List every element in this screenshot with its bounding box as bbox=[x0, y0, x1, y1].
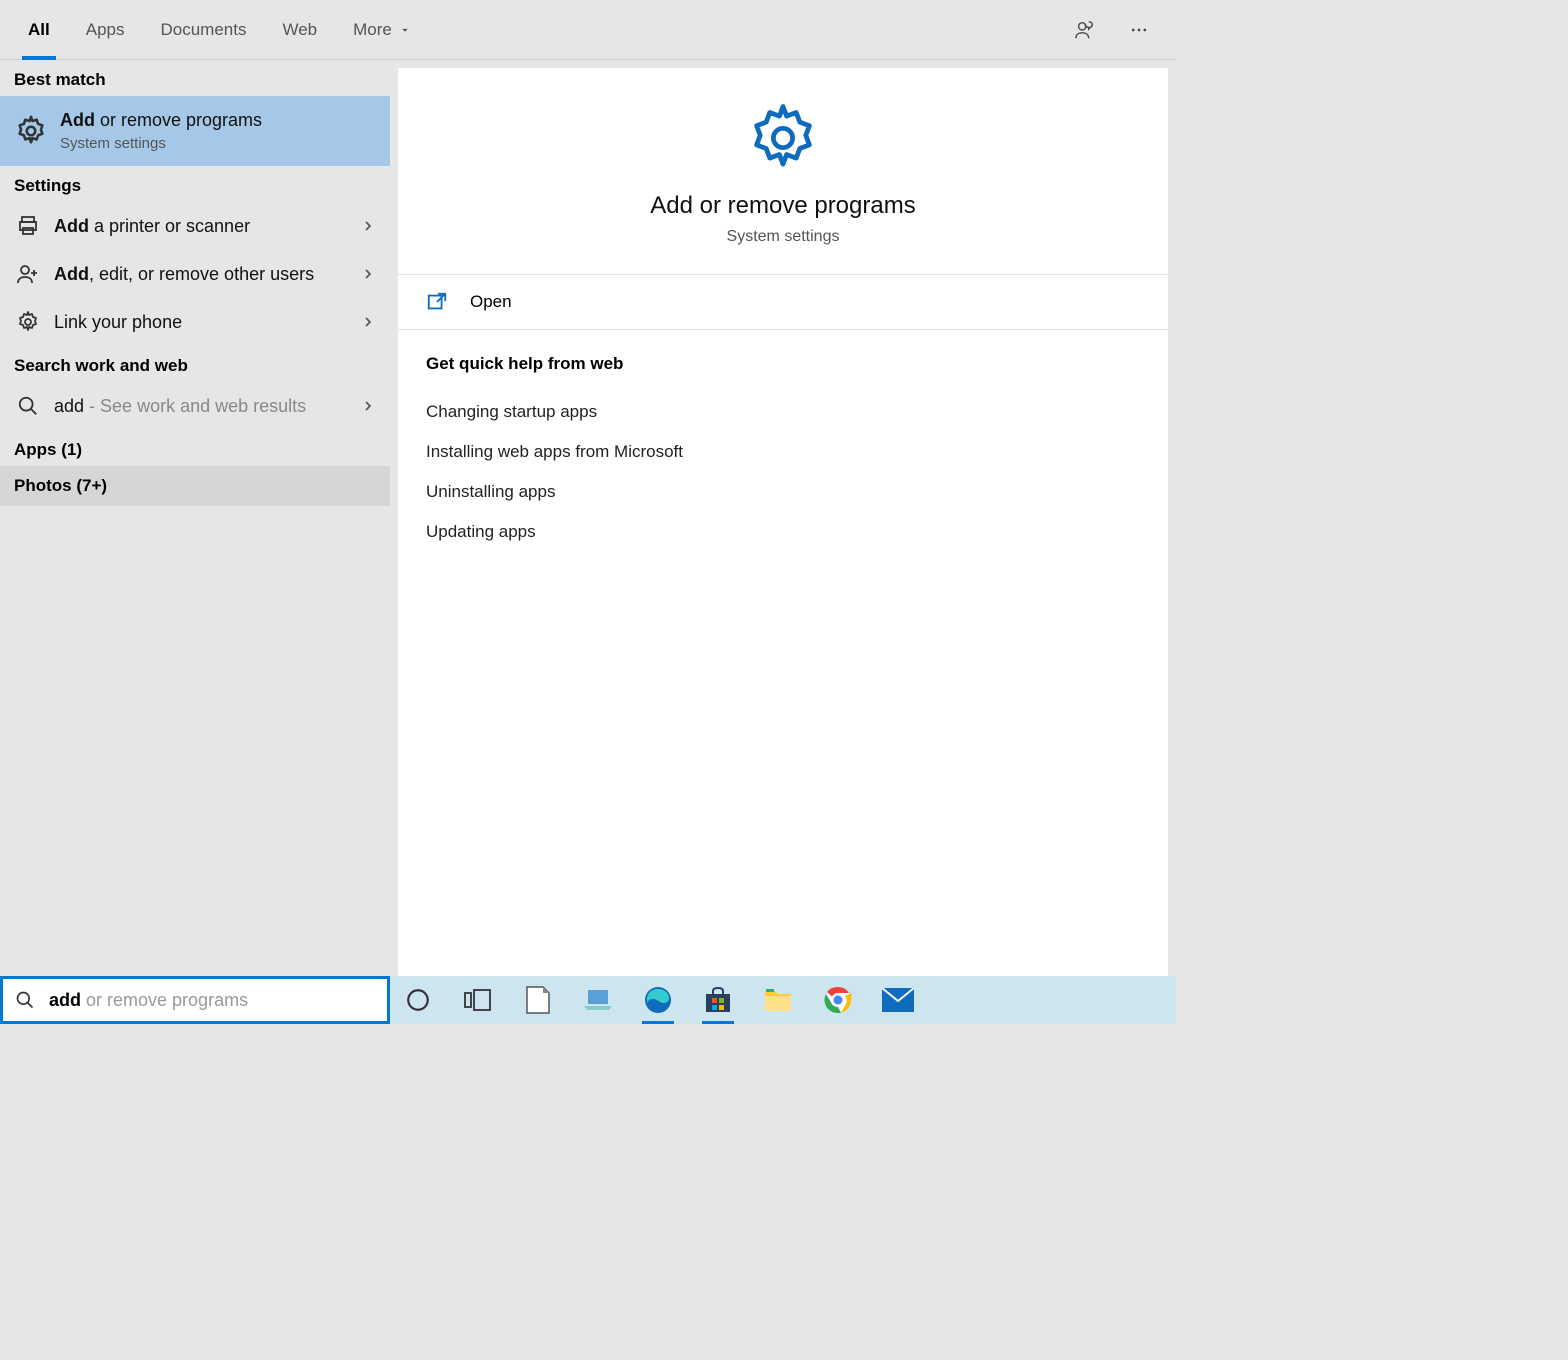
chevron-right-icon bbox=[360, 266, 376, 282]
result-best-match[interactable]: Add or remove programs System settings bbox=[0, 96, 390, 166]
printer-icon bbox=[14, 212, 42, 240]
open-icon bbox=[426, 291, 448, 313]
preview-title: Add or remove programs bbox=[650, 192, 915, 220]
feedback-icon[interactable] bbox=[1064, 9, 1106, 51]
help-section: Get quick help from web Changing startup… bbox=[398, 330, 1168, 1024]
preview-subtitle: System settings bbox=[727, 228, 840, 246]
cortana-icon[interactable] bbox=[400, 982, 436, 1018]
preview-panel: Add or remove programs System settings O… bbox=[390, 60, 1176, 1024]
tab-web[interactable]: Web bbox=[264, 0, 335, 60]
gear-icon bbox=[747, 102, 819, 174]
result-link-phone[interactable]: Link your phone bbox=[0, 298, 390, 346]
search-input[interactable]: add or remove programs bbox=[0, 976, 390, 1024]
taskbar-app-laptop[interactable] bbox=[580, 982, 616, 1018]
taskbar-app-chrome[interactable] bbox=[820, 982, 856, 1018]
taskbar-app-mail[interactable] bbox=[880, 982, 916, 1018]
tab-documents[interactable]: Documents bbox=[142, 0, 264, 60]
chevron-right-icon bbox=[360, 314, 376, 330]
tab-apps[interactable]: Apps bbox=[68, 0, 143, 60]
search-icon bbox=[14, 392, 42, 420]
gear-icon bbox=[14, 114, 48, 148]
photos-collapse[interactable]: Photos (7+) bbox=[0, 466, 390, 506]
gear-icon bbox=[14, 308, 42, 336]
help-link[interactable]: Updating apps bbox=[426, 512, 1140, 552]
web-header: Search work and web bbox=[0, 346, 390, 382]
settings-header: Settings bbox=[0, 166, 390, 202]
chevron-down-icon bbox=[398, 23, 412, 37]
results-list: Best match Add or remove programs System… bbox=[0, 60, 390, 1024]
best-match-header: Best match bbox=[0, 60, 390, 96]
result-web-search[interactable]: add - See work and web results bbox=[0, 382, 390, 430]
search-icon bbox=[15, 990, 35, 1010]
preview-card: Add or remove programs System settings bbox=[398, 68, 1168, 275]
chevron-right-icon bbox=[360, 218, 376, 234]
taskbar-app-libreoffice[interactable] bbox=[520, 982, 556, 1018]
apps-collapse[interactable]: Apps (1) bbox=[0, 430, 390, 466]
help-header: Get quick help from web bbox=[426, 354, 1140, 374]
result-add-printer[interactable]: Add a printer or scanner bbox=[0, 202, 390, 250]
taskbar bbox=[390, 976, 1176, 1024]
help-link[interactable]: Uninstalling apps bbox=[426, 472, 1140, 512]
taskbar-app-explorer[interactable] bbox=[760, 982, 796, 1018]
task-view-icon[interactable] bbox=[460, 982, 496, 1018]
tab-all[interactable]: All bbox=[10, 0, 68, 60]
chevron-right-icon bbox=[360, 398, 376, 414]
tab-more[interactable]: More bbox=[335, 0, 430, 60]
help-link[interactable]: Installing web apps from Microsoft bbox=[426, 432, 1140, 472]
taskbar-app-edge[interactable] bbox=[640, 982, 676, 1018]
open-action[interactable]: Open bbox=[398, 275, 1168, 330]
more-options-icon[interactable] bbox=[1118, 9, 1160, 51]
filter-tabs: All Apps Documents Web More bbox=[0, 0, 1176, 60]
help-link[interactable]: Changing startup apps bbox=[426, 392, 1140, 432]
taskbar-app-store[interactable] bbox=[700, 982, 736, 1018]
user-plus-icon bbox=[14, 260, 42, 288]
result-add-users[interactable]: Add, edit, or remove other users bbox=[0, 250, 390, 298]
